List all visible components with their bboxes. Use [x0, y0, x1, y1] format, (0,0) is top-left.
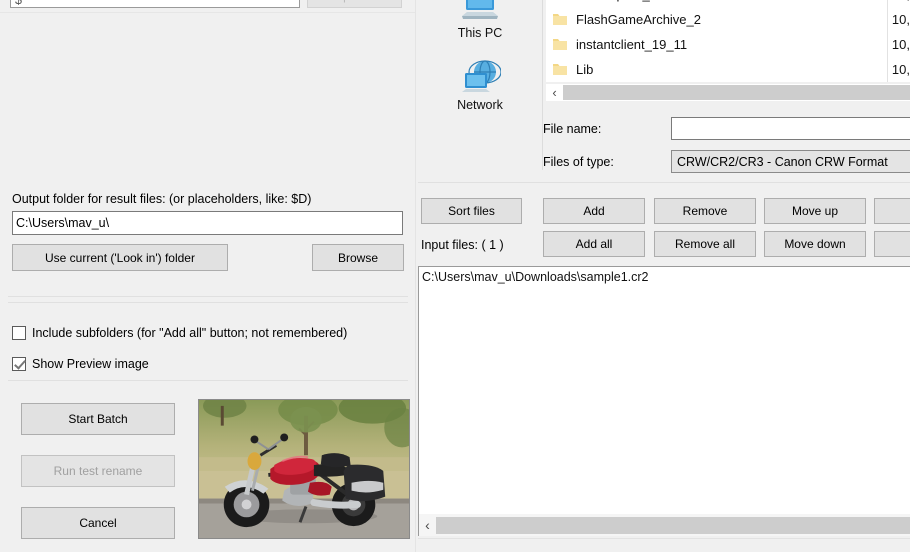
- scrollbar-thumb[interactable]: [563, 85, 910, 100]
- scrollbar-thumb[interactable]: [436, 517, 910, 534]
- save-button[interactable]: Save: [874, 231, 910, 257]
- input-files-list[interactable]: C:\Users\mav_u\Downloads\sample1.cr2: [418, 266, 910, 514]
- input-files-panel: Sort files Add Remove Move up Load Input…: [418, 190, 910, 552]
- dialog-bottom-divider: [418, 182, 910, 183]
- show-preview-image-label: Show Preview image: [32, 357, 149, 371]
- table-row[interactable]: DesktopOK_x64 10,: [546, 0, 910, 7]
- folder-list-horizontal-scrollbar[interactable]: ‹: [546, 84, 910, 101]
- include-subfolders-checkbox[interactable]: [12, 326, 26, 340]
- table-row[interactable]: instantclient_19_11 10,: [546, 32, 910, 57]
- table-row[interactable]: Lib 10,: [546, 57, 910, 82]
- cancel-button[interactable]: Cancel: [21, 507, 175, 539]
- start-batch-label: Start Batch: [68, 413, 127, 425]
- folder-icon: [552, 12, 568, 27]
- dialog-sidebar-divider: [542, 0, 543, 170]
- input-files-count-label: Input files: ( 1 ): [421, 238, 504, 252]
- network-icon: [459, 60, 501, 96]
- remove-all-label: Remove all: [675, 238, 735, 250]
- folder-date: 10,: [892, 62, 910, 77]
- remove-button[interactable]: Remove: [654, 198, 756, 224]
- files-of-type-value: CRW/CR2/CR3 - Canon CRW Format: [677, 155, 888, 169]
- move-up-label: Move up: [792, 205, 838, 217]
- browse-label: Browse: [338, 252, 378, 264]
- places-item-this-pc[interactable]: This PC: [418, 0, 542, 40]
- folder-name: FlashGameArchive_2: [576, 12, 701, 27]
- top-pattern-value: $: [15, 0, 22, 7]
- places-item-this-pc-label: This PC: [458, 26, 502, 40]
- cancel-label: Cancel: [79, 517, 116, 529]
- add-all-label: Add all: [576, 238, 613, 250]
- use-current-folder-label: Use current ('Look in') folder: [45, 252, 195, 264]
- add-button[interactable]: Add: [543, 198, 645, 224]
- dialog-places-bar: This PC Network: [418, 0, 542, 176]
- folder-name: Lib: [576, 62, 593, 77]
- top-clipped-strip: $ Options: [0, 0, 415, 14]
- folder-icon: [552, 62, 568, 77]
- section-divider-2: [8, 380, 408, 381]
- load-button[interactable]: Load: [874, 198, 910, 224]
- folder-date: 10,: [892, 12, 910, 27]
- top-strip-divider: [0, 12, 415, 13]
- browse-button[interactable]: Browse: [312, 244, 404, 271]
- remove-label: Remove: [683, 205, 728, 217]
- move-down-label: Move down: [784, 238, 845, 250]
- folder-date: 10,: [892, 37, 910, 52]
- run-test-rename-label: Run test rename: [54, 465, 143, 477]
- preview-image: [198, 399, 410, 539]
- list-item[interactable]: C:\Users\mav_u\Downloads\sample1.cr2: [419, 267, 910, 284]
- file-open-dialog: This PC Network: [418, 0, 910, 186]
- section-divider-1b: [8, 302, 408, 303]
- folder-icon: [552, 37, 568, 52]
- include-subfolders-row[interactable]: Include subfolders (for "Add all" button…: [12, 324, 347, 342]
- remove-all-button[interactable]: Remove all: [654, 231, 756, 257]
- use-current-folder-button[interactable]: Use current ('Look in') folder: [12, 244, 228, 271]
- sort-files-label: Sort files: [448, 205, 495, 217]
- move-down-button[interactable]: Move down: [764, 231, 866, 257]
- places-item-network[interactable]: Network: [418, 54, 542, 112]
- show-preview-image-row[interactable]: Show Preview image: [12, 355, 149, 373]
- output-folder-group: Output folder for result files: (or plac…: [8, 192, 408, 280]
- left-panel: Output folder for result files: (or plac…: [0, 14, 415, 552]
- places-item-network-label: Network: [457, 98, 503, 112]
- show-preview-image-checkbox[interactable]: [12, 357, 26, 371]
- panel-bottom-divider: [418, 538, 910, 539]
- run-test-rename-button[interactable]: Run test rename: [21, 455, 175, 487]
- output-folder-value: C:\Users\mav_u\: [16, 216, 109, 230]
- file-name-input[interactable]: [671, 117, 910, 140]
- folder-list[interactable]: DesktopOK_x64 10, FlashGameArchive_2 10,…: [546, 0, 910, 82]
- options-button-label: Options: [334, 0, 375, 2]
- output-folder-input[interactable]: C:\Users\mav_u\: [12, 211, 403, 235]
- scroll-left-icon[interactable]: ‹: [419, 515, 436, 535]
- include-subfolders-label: Include subfolders (for "Add all" button…: [32, 326, 347, 340]
- top-pattern-input[interactable]: $: [10, 0, 300, 8]
- add-label: Add: [583, 205, 604, 217]
- table-row[interactable]: FlashGameArchive_2 10,: [546, 7, 910, 32]
- file-name-label: File name:: [543, 122, 601, 136]
- preview-image-graphic: [199, 400, 409, 538]
- add-all-button[interactable]: Add all: [543, 231, 645, 257]
- move-up-button[interactable]: Move up: [764, 198, 866, 224]
- this-pc-icon: [459, 0, 501, 24]
- section-divider-1: [8, 296, 408, 297]
- output-folder-label: Output folder for result files: (or plac…: [12, 192, 311, 206]
- application-window: $ Options Output folder for result files…: [0, 0, 910, 552]
- sort-files-button[interactable]: Sort files: [421, 198, 522, 224]
- panel-divider: [415, 0, 416, 552]
- folder-name: DesktopOK_x64: [576, 0, 671, 2]
- files-of-type-select[interactable]: CRW/CR2/CR3 - Canon CRW Format: [671, 150, 910, 173]
- folder-date: 10,: [892, 0, 910, 2]
- scroll-left-icon[interactable]: ‹: [546, 84, 563, 101]
- input-files-horizontal-scrollbar[interactable]: ‹: [418, 514, 910, 536]
- options-button[interactable]: Options: [307, 0, 402, 8]
- folder-name: instantclient_19_11: [576, 37, 687, 52]
- start-batch-button[interactable]: Start Batch: [21, 403, 175, 435]
- folder-icon: [552, 0, 568, 2]
- files-of-type-label: Files of type:: [543, 155, 614, 169]
